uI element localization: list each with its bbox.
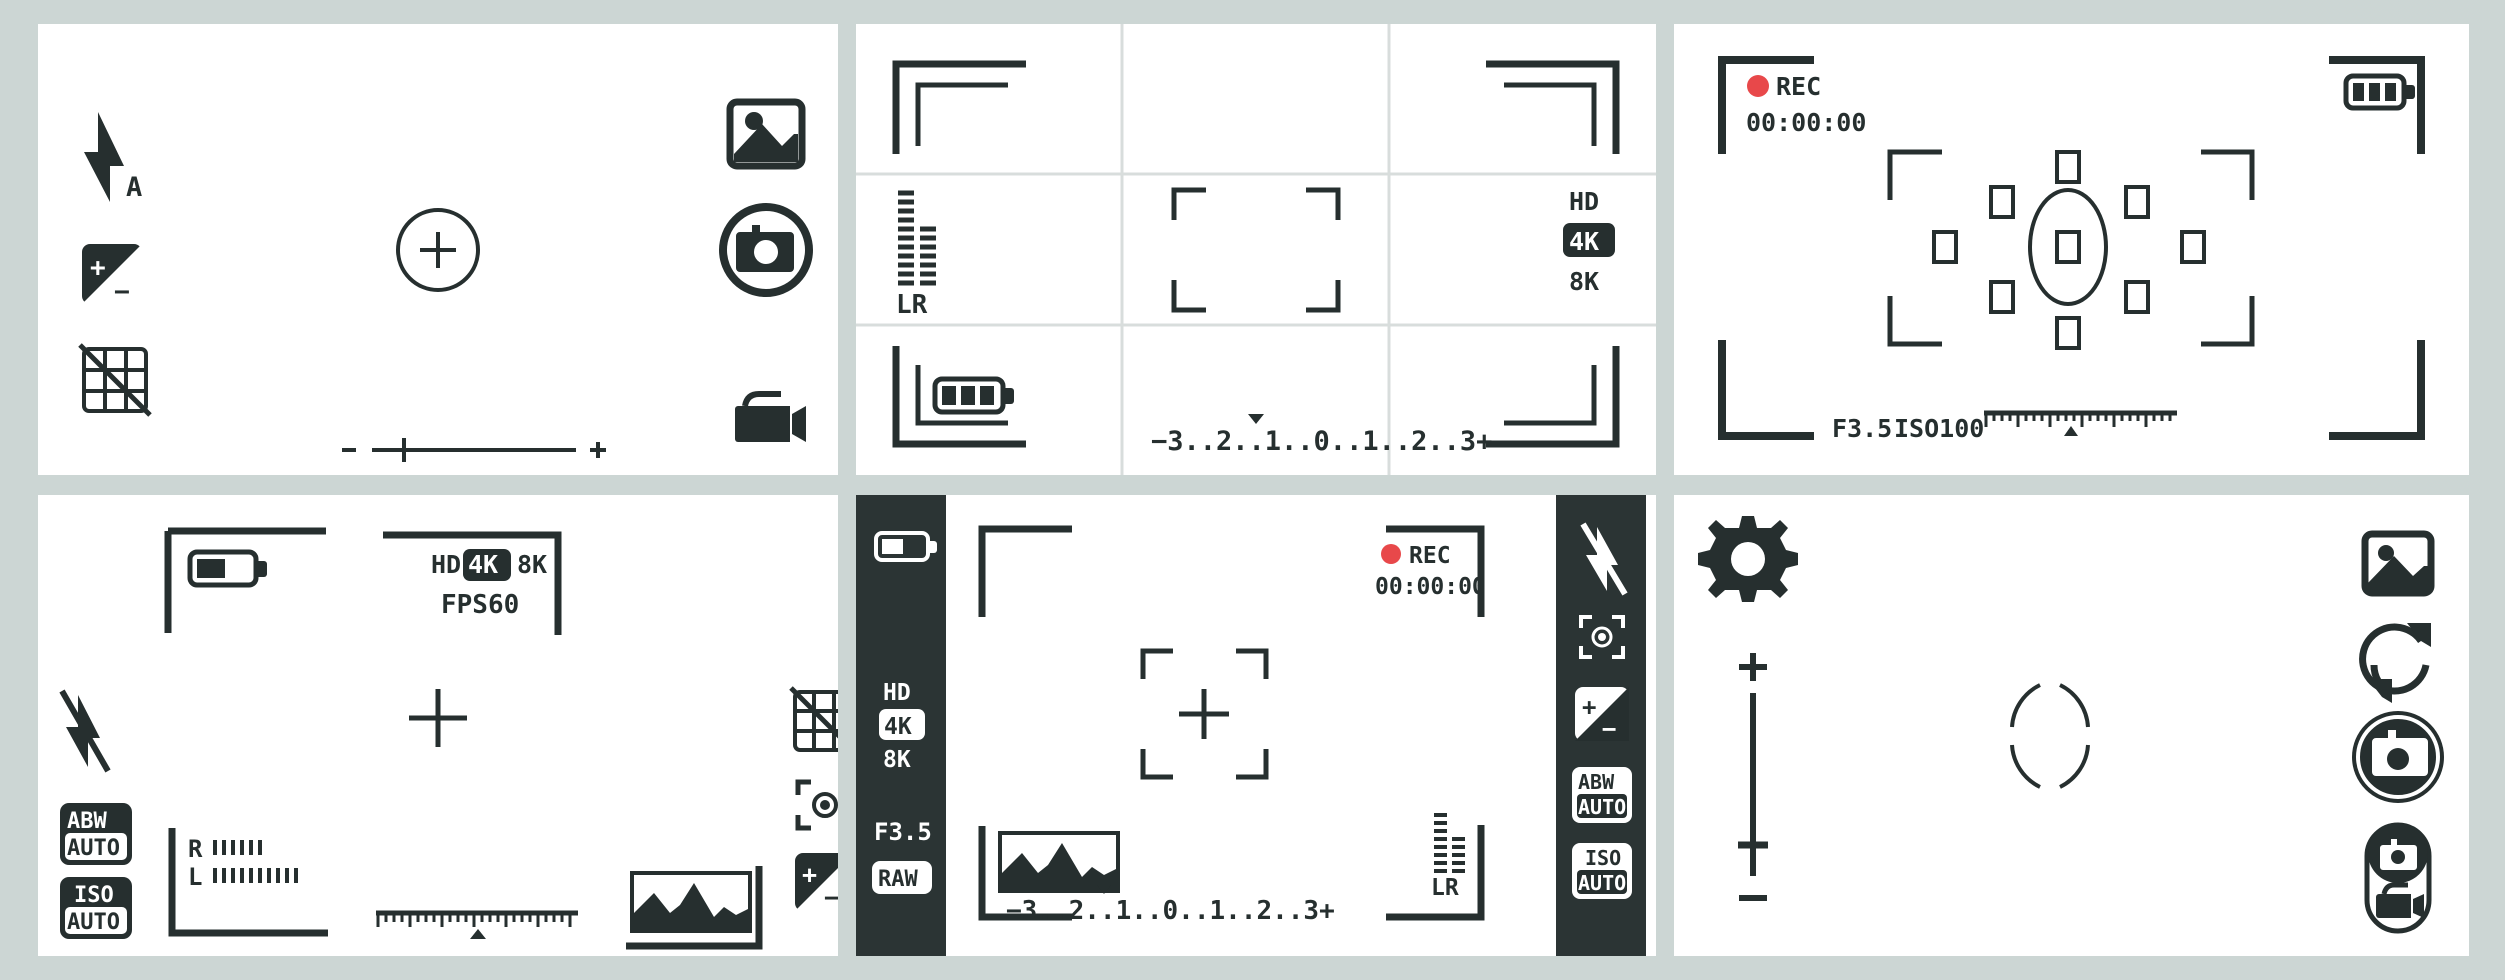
brightness-slider[interactable] [1738,653,1768,901]
fps-label: FPS60 [441,590,519,620]
exposure-scale: −3..2..1..0..1..2..3+ [1151,414,1492,457]
focus-frame-icon [1171,187,1341,313]
svg-text:+: + [802,860,817,889]
svg-text:+: + [1582,693,1596,721]
rec-indicator: REC 00:00:00 [1746,72,1866,137]
audio-channel-l: L [188,863,202,891]
flash-off-icon[interactable] [59,689,111,773]
audio-level-meter-icon: LR [896,190,936,320]
grid-off-icon[interactable] [78,343,152,417]
white-balance-badge[interactable]: ABW AUTO [1572,767,1632,823]
viewfinder-icon-set: A + − LR HD 4K 8K −3..2..1..0..1..2..3+ … [0,0,2505,980]
tick-ruler-icon [376,910,578,927]
audio-meter-label: LR [1431,875,1459,901]
panel-grid-viewfinder-thirds: LR HD 4K 8K −3..2..1..0..1..2..3+ [856,24,1656,475]
shutter-button-icon[interactable] [2352,711,2444,803]
grid-off-icon[interactable] [789,686,838,754]
battery-indicator-icon [892,346,1026,448]
svg-text:A: A [126,172,142,203]
corner-bracket-top-left [978,525,1072,617]
raw-label: RAW [878,867,918,892]
dashed-focus-circle-icon [2010,683,2090,789]
iso-label: ISO100 [1894,414,1984,443]
battery-half-icon [164,527,326,633]
corner-bracket-top-left [892,60,1026,154]
audio-meter-label: LR [896,290,928,320]
svg-text:−: − [114,277,130,307]
panel-rec-viewfinder-af-points: REC 00:00:00 F3.5 ISO100 [1674,24,2469,475]
gallery-icon[interactable] [726,98,806,170]
focus-point-icon[interactable] [795,779,838,831]
audio-level-meter-icon: R L [168,828,328,937]
resolution-option-hd: HD [883,680,911,706]
svg-text:−: − [1602,715,1616,743]
resolution-fps-group[interactable]: HD 4K 8K FPS60 [383,531,562,635]
iso-bottom: AUTO [1578,871,1626,895]
rec-indicator: REC 00:00:00 [1375,525,1486,617]
corner-bracket-top-right [1486,60,1620,154]
video-camera-icon[interactable] [735,391,806,442]
white-balance-bottom: AUTO [1578,795,1626,819]
iso-bottom: AUTO [67,910,120,935]
timecode-label: 00:00:00 [1746,108,1866,137]
exposure-readout: F3.5 ISO100 [1832,410,2177,443]
raw-format-badge[interactable]: RAW [872,861,932,894]
resolution-option-8k: 8K [517,550,547,579]
photo-video-toggle-icon[interactable] [2364,822,2432,934]
exposure-scale-label: −3..2..1..0..1..2..3+ [1151,426,1492,457]
panel-photo-viewfinder-basic: A + − [38,24,838,475]
shutter-button-icon[interactable] [719,203,813,297]
battery-full-icon [2343,73,2415,111]
gallery-icon[interactable] [2361,530,2435,597]
timecode-label: 00:00:00 [1375,574,1486,600]
histogram-icon [626,866,763,950]
rec-dot-icon [1747,75,1769,97]
exposure-compensation-icon[interactable]: + − [1575,687,1629,743]
svg-text:−: − [824,883,838,912]
exposure-scale-label: −3..2..1..0..1..2..3+ [1006,896,1335,926]
zoom-slider[interactable] [342,438,606,462]
aperture-label: F3.5 [1832,414,1892,443]
af-point-grid-icon [1932,150,2206,350]
exposure-compensation-icon[interactable]: + − [795,853,838,912]
rec-label: REC [1409,543,1451,569]
white-balance-top: ABW [67,809,107,834]
panel-video-viewfinder-histogram: HD 4K 8K FPS60 ABW AUTO ISO AUTO R L + − [38,495,838,956]
white-balance-top: ABW [1578,770,1615,794]
gear-icon[interactable] [1698,516,1798,602]
resolution-selector[interactable]: HD 4K 8K [1563,187,1615,296]
panel-mobile-camera-controls [1674,495,2469,956]
aperture-label: F3.5 [874,818,932,846]
resolution-option-hd: HD [1569,187,1599,216]
flash-auto-icon[interactable]: A [84,112,142,203]
rule-of-thirds-grid [856,24,1656,475]
iso-badge[interactable]: ISO AUTO [60,877,132,939]
resolution-option-hd: HD [431,550,461,579]
resolution-option-4k: 4K [1569,227,1599,256]
focus-ellipse-icon [2028,188,2108,306]
rec-dot-icon [1381,544,1401,564]
corner-bracket-bottom-right [1486,346,1620,448]
exposure-compensation-icon[interactable]: + − [82,244,142,307]
switch-camera-icon[interactable] [2359,623,2431,703]
iso-badge[interactable]: ISO AUTO [1572,843,1632,899]
iso-top: ISO [1585,846,1621,870]
resolution-option-8k: 8K [1569,267,1599,296]
resolution-option-8k: 8K [883,747,911,773]
white-balance-badge[interactable]: ABW AUTO [60,803,132,865]
white-balance-bottom: AUTO [67,836,120,861]
rec-label: REC [1776,72,1821,101]
focus-reticle-icon[interactable] [396,208,480,292]
audio-channel-r: R [188,835,203,863]
crosshair-icon [1179,689,1229,739]
resolution-option-4k: 4K [884,714,912,740]
resolution-option-4k: 4K [468,550,498,579]
crosshair-icon [409,689,467,747]
panel-pro-viewfinder-dark-rails: HD 4K 8K F3.5 RAW + − ABW AUTO ISO AUTO … [856,495,1656,956]
svg-text:+: + [90,253,106,283]
tick-ruler-icon [1984,410,2177,427]
iso-top: ISO [74,883,114,908]
audio-level-meter-icon: LR [1386,813,1485,921]
